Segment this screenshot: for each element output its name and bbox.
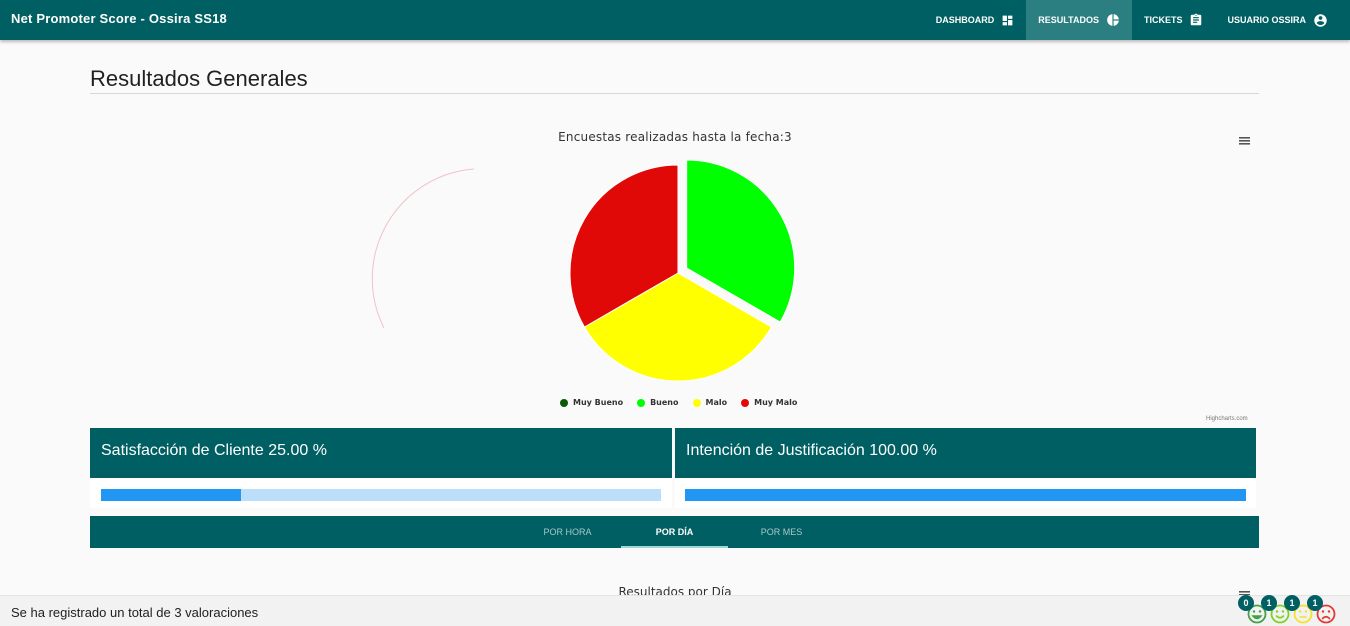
tab-por-hora[interactable]: POR HORA — [514, 516, 621, 548]
satisfaction-progress-fill — [101, 489, 241, 501]
justification-progress-fill — [685, 489, 1246, 501]
tab-por-dia-label: POR DÍA — [655, 527, 694, 537]
chart-credits[interactable]: Highcharts.com — [1206, 416, 1248, 422]
legend-marker — [637, 398, 646, 407]
legend-marker — [560, 398, 568, 407]
chart-legend: Muy Bueno Bueno Malo Muy Malo — [560, 398, 811, 407]
page-title: Resultados Generales — [90, 66, 308, 91]
top-app-bar: Net Promoter Score - Ossira SS18 DASHBOA… — [0, 0, 1350, 40]
pie-chart-icon — [1106, 13, 1120, 27]
tab-por-hora-label: POR HORA — [543, 527, 592, 537]
app-title: Net Promoter Score - Ossira SS18 — [11, 11, 227, 26]
legend-marker — [692, 398, 701, 407]
tab-por-dia[interactable]: POR DÍA — [621, 516, 728, 548]
nav-tickets[interactable]: TICKETS — [1132, 0, 1216, 40]
nav-dashboard-label: DASHBOARD — [935, 15, 995, 25]
legend-label: Muy Malo — [754, 398, 798, 407]
rating-count-badge: 1 — [1261, 595, 1277, 611]
legend-item-bueno[interactable]: Bueno — [637, 398, 679, 407]
rating-count-badge: 1 — [1284, 595, 1300, 611]
footer-bar: Se ha registrado un total de 3 valoracio… — [0, 595, 1350, 626]
justification-card: Intención de Justificación 100.00 % — [675, 428, 1256, 478]
clipboard-icon — [1189, 13, 1203, 27]
justification-progress-area — [675, 478, 1256, 508]
rating-sad-face[interactable]: 1 — [1307, 595, 1336, 624]
legend-label: Malo — [705, 398, 728, 407]
legend-marker — [741, 398, 750, 407]
rating-count-badge: 0 — [1238, 595, 1254, 611]
nav-resultados-label: RESULTADOS — [1038, 15, 1099, 25]
chart-menu-button[interactable] — [1238, 134, 1252, 152]
satisfaction-progress-area — [90, 478, 672, 508]
dashboard-icon — [1001, 14, 1014, 27]
pie-chart — [371, 159, 796, 382]
legend-item-muy-bueno[interactable]: Muy Bueno — [560, 398, 623, 407]
nav-tickets-label: TICKETS — [1143, 15, 1183, 25]
legend-label: Bueno — [650, 398, 679, 407]
satisfaction-card: Satisfacción de Cliente 25.00 % — [90, 428, 672, 478]
title-divider — [90, 93, 1259, 94]
legend-item-muy-malo[interactable]: Muy Malo — [741, 398, 797, 407]
nav-usuario[interactable]: USUARIO OSSIRA — [1215, 0, 1350, 40]
tab-por-mes-label: POR MES — [760, 527, 803, 537]
account-circle-icon — [1313, 13, 1328, 28]
nav-usuario-label: USUARIO OSSIRA — [1227, 15, 1306, 25]
justification-progress-bar — [685, 489, 1246, 501]
period-tabs: POR HORA POR DÍA POR MES — [90, 516, 1259, 548]
pie-halo-arc — [371, 168, 475, 329]
satisfaction-progress-bar — [101, 489, 661, 501]
satisfaction-label: Satisfacción de Cliente 25.00 % — [101, 442, 327, 459]
tab-active-indicator — [621, 546, 728, 548]
main-nav: DASHBOARD RESULTADOS TICKETS USUARIO OSS… — [924, 0, 1350, 40]
nav-resultados[interactable]: RESULTADOS — [1026, 0, 1132, 40]
rating-count-badge: 1 — [1307, 595, 1323, 611]
chart-title: Encuestas realizadas hasta la fecha:3 — [558, 130, 792, 144]
legend-label: Muy Bueno — [573, 398, 624, 407]
ratings-total-text: Se ha registrado un total de 3 valoracio… — [11, 605, 259, 620]
nav-dashboard[interactable]: DASHBOARD — [924, 0, 1027, 40]
tab-por-mes[interactable]: POR MES — [728, 516, 835, 548]
justification-label: Intención de Justificación 100.00 % — [686, 442, 937, 459]
hamburger-icon — [1239, 137, 1250, 145]
legend-item-malo[interactable]: Malo — [692, 398, 728, 407]
